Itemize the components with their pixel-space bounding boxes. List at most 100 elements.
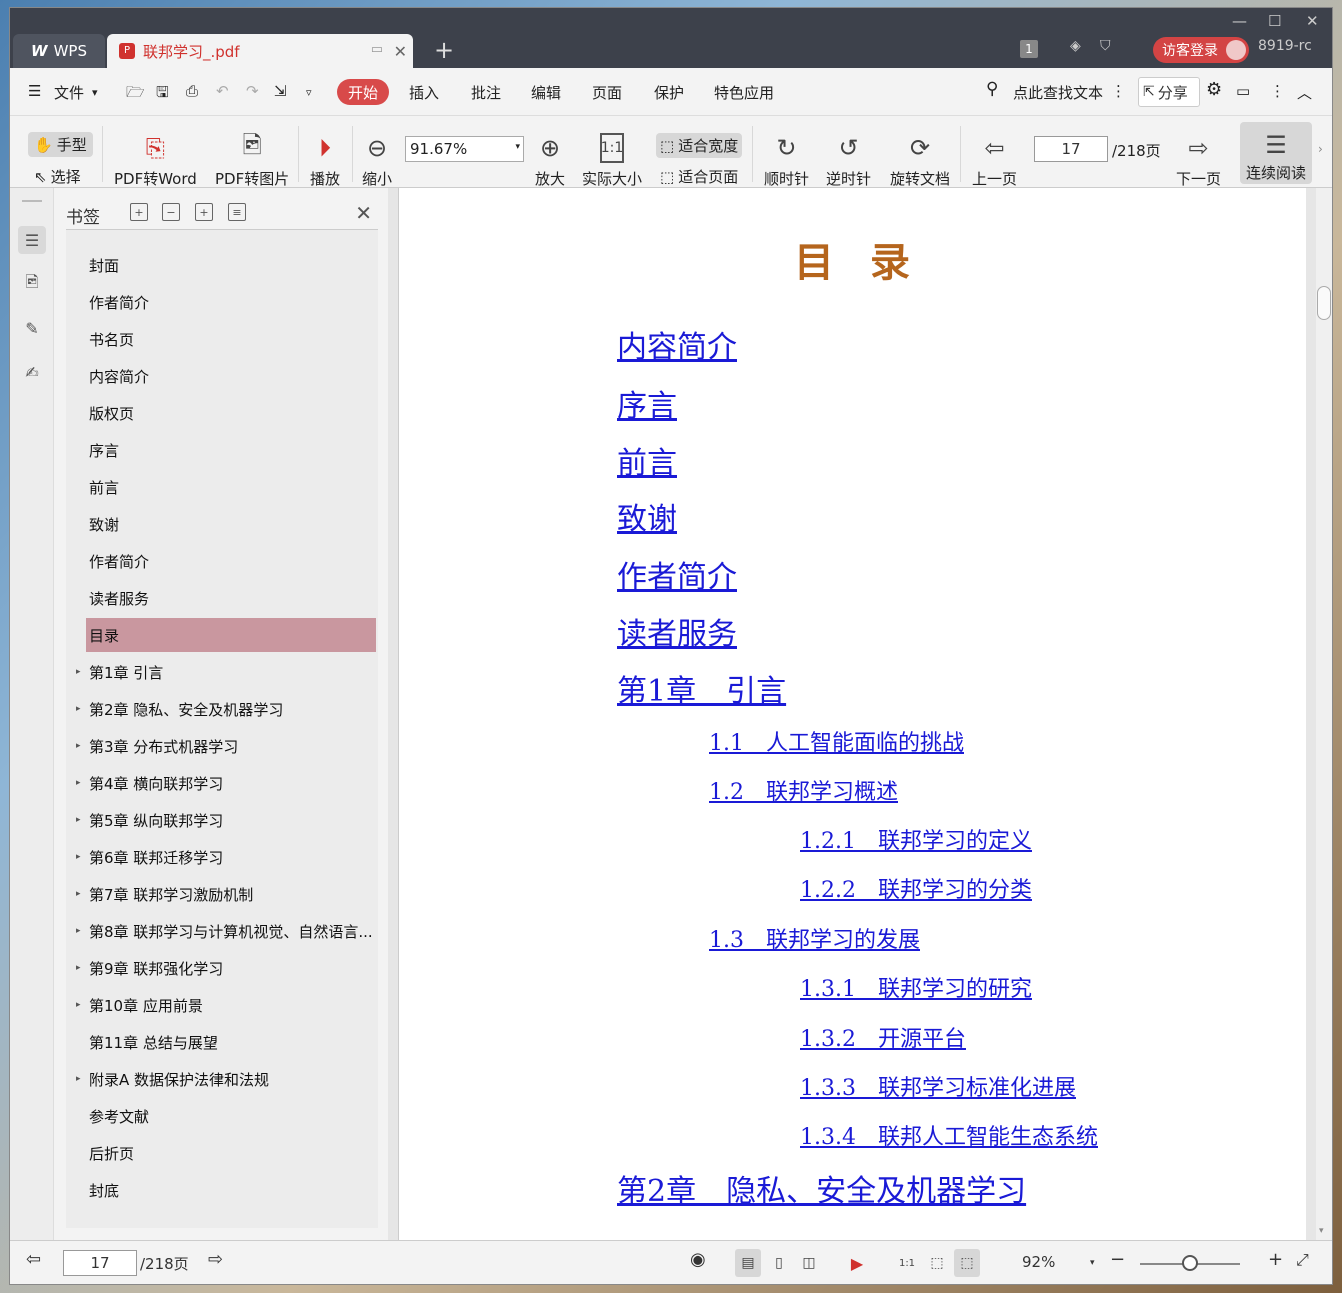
bookmark-item[interactable]: 目录: [86, 618, 376, 652]
skin-icon[interactable]: ◈: [1070, 38, 1081, 54]
bookmark-item[interactable]: 书名页: [86, 322, 376, 356]
toc-link[interactable]: 1.2 联邦学习概述: [709, 774, 898, 806]
annotation-panel-icon[interactable]: ✎: [18, 314, 46, 342]
expand-arrow-icon[interactable]: ▸: [76, 951, 84, 985]
zoom-out-button[interactable]: ⊖ 缩小: [362, 128, 392, 189]
hand-tool-button[interactable]: ✋ 手型: [28, 132, 93, 157]
maximize-icon[interactable]: ☐: [1268, 12, 1281, 30]
drag-handle[interactable]: [22, 200, 42, 202]
bookmark-item[interactable]: 第4章 横向联邦学习: [86, 766, 376, 800]
menu-protect[interactable]: 保护: [654, 82, 684, 103]
bookmark-item[interactable]: 第8章 联邦学习与计算机视觉、自然语言...: [86, 914, 376, 948]
print-icon[interactable]: ⎙: [186, 82, 198, 100]
scrollbar-thumb[interactable]: [1317, 286, 1331, 320]
expand-all-icon[interactable]: +: [130, 203, 148, 221]
next-page-button[interactable]: ⇨ 下一页: [1176, 128, 1221, 189]
fit-width-button[interactable]: ⬚ 适合宽度: [656, 133, 743, 158]
status-page-input[interactable]: 17: [63, 1250, 137, 1276]
toc-link[interactable]: 前言: [617, 438, 677, 482]
menu-start[interactable]: 开始: [337, 79, 389, 105]
actual-size-status-icon[interactable]: 1:1: [894, 1249, 920, 1277]
share-button[interactable]: ⇱ 分享: [1138, 77, 1200, 107]
redo-icon[interactable]: ↷: [246, 82, 259, 100]
toc-link[interactable]: 1.3.4 联邦人工智能生态系统: [800, 1119, 1098, 1151]
chevron-right-icon[interactable]: ›: [1318, 142, 1323, 156]
slideshow-icon[interactable]: ▶: [844, 1249, 870, 1277]
menu-file[interactable]: 文件: [54, 82, 84, 103]
expand-arrow-icon[interactable]: ▸: [76, 988, 84, 1022]
hamburger-menu-icon[interactable]: ☰: [28, 82, 41, 100]
bookmark-item[interactable]: 第7章 联邦学习激励机制: [86, 877, 376, 911]
export-icon[interactable]: ⇲: [274, 82, 287, 100]
play-button[interactable]: ⏵ 播放: [310, 128, 340, 189]
zoom-slider-knob[interactable]: [1182, 1255, 1198, 1271]
bookmark-item[interactable]: 致谢: [86, 507, 376, 541]
expand-arrow-icon[interactable]: ▸: [76, 877, 84, 911]
settings-gear-icon[interactable]: ⚙: [1206, 79, 1222, 100]
more-dropdown-icon[interactable]: ▿: [306, 86, 312, 99]
tab-wps[interactable]: W WPS: [13, 34, 105, 68]
expand-arrow-icon[interactable]: ▸: [76, 840, 84, 874]
vertical-scrollbar[interactable]: ▾: [1316, 188, 1332, 1240]
bookmark-item[interactable]: 第6章 联邦迁移学习: [86, 840, 376, 874]
select-tool-button[interactable]: ⇖ 选择: [34, 166, 81, 187]
zoom-in-status-icon[interactable]: +: [1268, 1249, 1283, 1270]
eye-protection-icon[interactable]: ◉: [690, 1249, 706, 1270]
thumbnail-panel-icon[interactable]: 🖻: [18, 270, 46, 298]
toc-link[interactable]: 1.3.3 联邦学习标准化进展: [800, 1070, 1076, 1102]
toc-link[interactable]: 序言: [617, 381, 677, 425]
zoom-in-button[interactable]: ⊕ 放大: [535, 128, 565, 189]
toc-link[interactable]: 读者服务: [617, 609, 737, 653]
more-vertical-icon[interactable]: ⋮: [1111, 82, 1126, 100]
toc-link[interactable]: 1.1 人工智能面临的挑战: [709, 725, 964, 757]
toc-link[interactable]: 第1章 引言: [617, 666, 786, 710]
close-tab-icon[interactable]: ✕: [394, 42, 407, 61]
fit-page-status-icon[interactable]: ⬚: [924, 1249, 950, 1277]
save-icon[interactable]: 🖫: [156, 82, 169, 107]
zoom-dropdown-icon[interactable]: ▾: [1090, 1258, 1095, 1268]
bookmark-item[interactable]: 封面: [86, 248, 376, 282]
bookmark-item[interactable]: 第1章 引言: [86, 655, 376, 689]
bookmark-item[interactable]: 版权页: [86, 396, 376, 430]
menu-page[interactable]: 页面: [592, 82, 622, 103]
menu-insert[interactable]: 插入: [409, 82, 439, 103]
bookmark-panel-icon[interactable]: ☰: [18, 226, 46, 254]
single-page-icon[interactable]: ▯: [766, 1249, 792, 1277]
expand-arrow-icon[interactable]: ▸: [76, 1062, 84, 1096]
bookmark-item[interactable]: 第11章 总结与展望: [86, 1025, 376, 1059]
expand-arrow-icon[interactable]: ▸: [76, 729, 84, 763]
open-folder-icon[interactable]: 🗁: [126, 82, 145, 107]
monitor-icon[interactable]: ▭: [371, 42, 383, 57]
expand-arrow-icon[interactable]: ▸: [76, 692, 84, 726]
toc-link[interactable]: 作者简介: [617, 552, 737, 596]
two-page-icon[interactable]: ◫: [796, 1249, 822, 1277]
bookmark-item[interactable]: 第3章 分布式机器学习: [86, 729, 376, 763]
collapse-ribbon-icon[interactable]: ︿: [1297, 82, 1312, 103]
toc-link[interactable]: 1.3.2 开源平台: [800, 1021, 966, 1053]
bookmark-item[interactable]: 作者简介: [86, 285, 376, 319]
prev-page-button[interactable]: ⇦ 上一页: [972, 128, 1017, 189]
bookmark-item[interactable]: 内容简介: [86, 359, 376, 393]
shirt-icon[interactable]: ⛉: [1100, 38, 1111, 54]
comment-icon[interactable]: ▭: [1236, 82, 1250, 100]
menu-special[interactable]: 特色应用: [714, 82, 774, 103]
toc-link[interactable]: 致谢: [617, 494, 677, 538]
page-indicator-badge[interactable]: 1: [1020, 40, 1038, 58]
add-bookmark-icon[interactable]: +: [195, 203, 213, 221]
zoom-select[interactable]: 91.67% ▾: [405, 136, 524, 162]
status-zoom-value[interactable]: 92%: [1022, 1253, 1055, 1271]
bookmark-item[interactable]: 封底: [86, 1173, 376, 1207]
fullscreen-icon[interactable]: ⤢: [1296, 1250, 1309, 1270]
rotate-clockwise-button[interactable]: ↻ 顺时针: [764, 128, 809, 189]
actual-size-button[interactable]: 1:1 实际大小: [582, 128, 642, 189]
expand-arrow-icon[interactable]: ▸: [76, 803, 84, 837]
bookmark-item[interactable]: 后折页: [86, 1136, 376, 1170]
single-page-continuous-icon[interactable]: ▤: [735, 1249, 761, 1277]
bookmark-item[interactable]: 第2章 隐私、安全及机器学习: [86, 692, 376, 726]
bookmark-item[interactable]: 附录A 数据保护法律和法规: [86, 1062, 376, 1096]
tab-document[interactable]: P 联邦学习_.pdf ▭ ✕: [107, 34, 413, 68]
toc-link[interactable]: 内容简介: [617, 322, 737, 366]
fit-page-button[interactable]: ⬚ 适合页面: [660, 166, 738, 187]
toc-link[interactable]: 1.2.2 联邦学习的分类: [800, 872, 1032, 904]
collapse-all-icon[interactable]: −: [162, 203, 180, 221]
